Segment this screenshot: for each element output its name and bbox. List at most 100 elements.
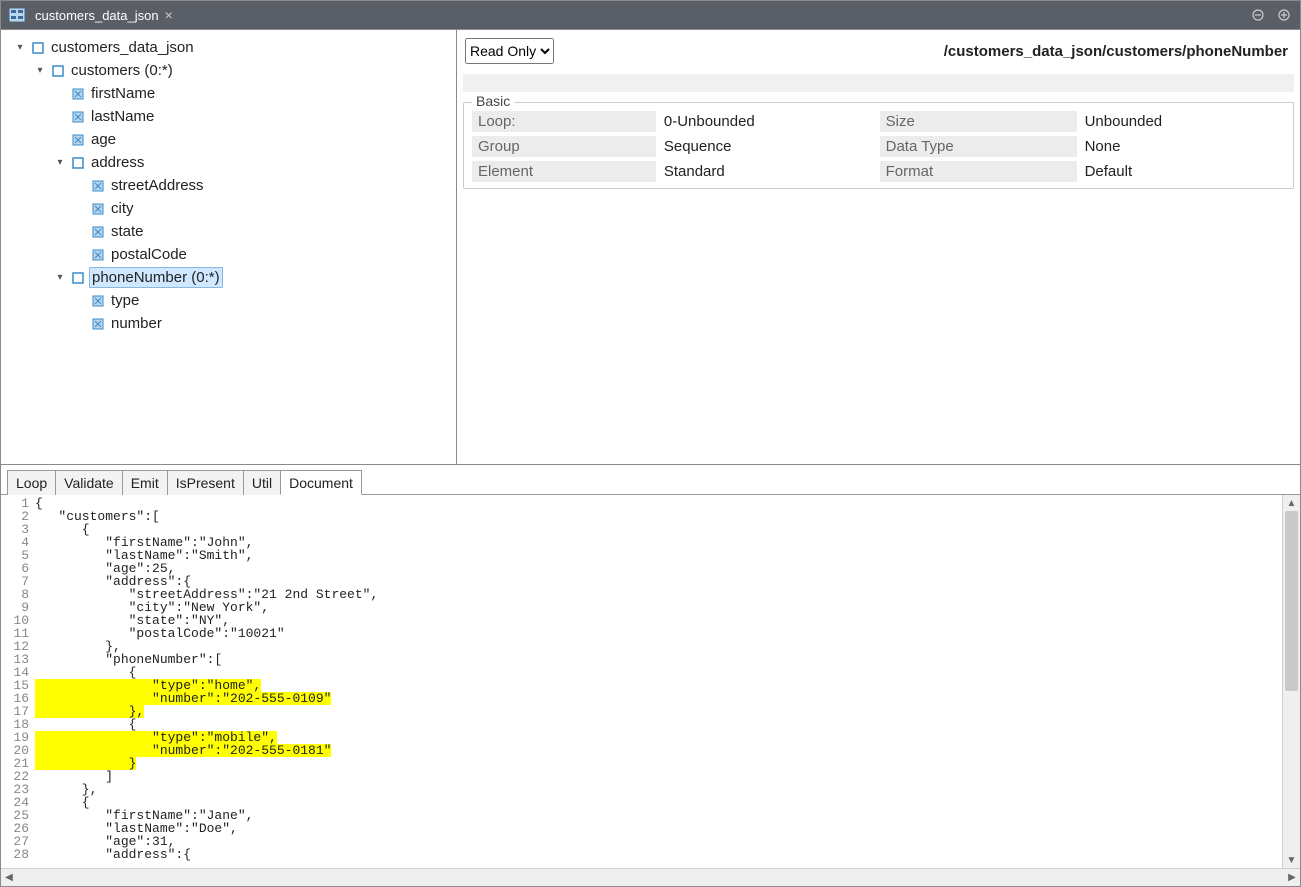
collapse-arrow-icon[interactable]: ▾ (33, 64, 47, 78)
tree-node-label: type (109, 291, 141, 310)
tree-node[interactable]: ▾ customers_data_json (5, 36, 452, 59)
bottom-tab-validate[interactable]: Validate (55, 470, 123, 495)
tree-node-label: streetAddress (109, 176, 206, 195)
scroll-left-button[interactable]: ◀ (1, 872, 17, 883)
bottom-tab-loop[interactable]: Loop (7, 470, 56, 495)
property-value: Standard (656, 161, 880, 182)
code-line: }, (35, 640, 1282, 653)
editor-tab[interactable]: customers_data_json × (31, 7, 177, 23)
bottom-tab-bar: LoopValidateEmitIsPresentUtilDocument (1, 469, 1300, 495)
code-line: ] (35, 770, 1282, 783)
code-line: "age":31, (35, 835, 1282, 848)
scroll-right-button[interactable]: ▶ (1284, 872, 1300, 883)
tree-node-label: age (89, 130, 118, 149)
container-node-icon (71, 271, 85, 285)
leaf-node-icon (91, 225, 105, 239)
tab-close-button[interactable]: × (165, 7, 173, 23)
tree-node[interactable]: age (5, 128, 452, 151)
collapse-arrow-icon[interactable]: ▾ (53, 156, 67, 170)
title-bar: customers_data_json × (1, 1, 1300, 29)
container-node-icon (71, 156, 85, 170)
tree-node-label: postalCode (109, 245, 189, 264)
leaf-node-icon (91, 202, 105, 216)
container-node-icon (31, 41, 45, 55)
tree-node[interactable]: postalCode (5, 243, 452, 266)
leaf-node-icon (71, 87, 85, 101)
bottom-tab-emit[interactable]: Emit (122, 470, 168, 495)
code-line: "customers":[ (35, 510, 1282, 523)
document-viewer[interactable]: { "customers":[ { "firstName":"John", "l… (35, 495, 1282, 868)
code-line: "number":"202-555-0109" (35, 692, 1282, 705)
scroll-down-button[interactable]: ▼ (1283, 852, 1300, 868)
properties-toolbar (463, 74, 1294, 92)
code-line: "address":{ (35, 848, 1282, 861)
leaf-node-icon (91, 317, 105, 331)
leaf-node-icon (91, 294, 105, 308)
leaf-node-icon (91, 179, 105, 193)
schema-tree[interactable]: ▾customers_data_json▾customers (0:*)firs… (1, 30, 457, 464)
tree-node-label: city (109, 199, 136, 218)
tree-node[interactable]: state (5, 220, 452, 243)
mode-select[interactable]: Read Only (465, 38, 554, 64)
line-number-gutter: 1234567891011121314151617181920212223242… (1, 495, 35, 868)
code-line: "postalCode":"10021" (35, 627, 1282, 640)
tree-node[interactable]: city (5, 197, 452, 220)
minimize-icon[interactable] (1250, 7, 1266, 23)
tree-node-label: number (109, 314, 164, 333)
editor-tab-label: customers_data_json (35, 8, 159, 23)
properties-pane: Read Only /customers_data_json/customers… (457, 30, 1300, 464)
code-line: "number":"202-555-0181" (35, 744, 1282, 757)
tree-node[interactable]: ▾ phoneNumber (0:*) (5, 266, 452, 289)
tree-node[interactable]: ▾ customers (0:*) (5, 59, 452, 82)
code-line: "phoneNumber":[ (35, 653, 1282, 666)
tree-node-label: address (89, 153, 146, 172)
container-node-icon (51, 64, 65, 78)
collapse-arrow-icon[interactable]: ▾ (13, 41, 27, 55)
tree-node-label: lastName (89, 107, 156, 126)
property-label: Format (880, 161, 1077, 182)
scroll-thumb[interactable] (1285, 511, 1298, 691)
tree-node[interactable]: firstName (5, 82, 452, 105)
vertical-scrollbar[interactable]: ▲ ▼ (1282, 495, 1300, 868)
property-label: Size (880, 111, 1077, 132)
property-value: Unbounded (1077, 111, 1287, 132)
line-number: 28 (1, 848, 29, 861)
code-line: "lastName":"Smith", (35, 549, 1282, 562)
group-legend: Basic (472, 93, 514, 109)
tree-node[interactable]: streetAddress (5, 174, 452, 197)
property-label: Element (472, 161, 656, 182)
property-value: 0-Unbounded (656, 111, 880, 132)
code-line: }, (35, 705, 1282, 718)
bottom-tab-util[interactable]: Util (243, 470, 281, 495)
code-line: } (35, 757, 1282, 770)
collapse-arrow-icon[interactable]: ▾ (53, 271, 67, 285)
bottom-tab-ispresent[interactable]: IsPresent (167, 470, 244, 495)
code-line: "age":25, (35, 562, 1282, 575)
code-line: "lastName":"Doe", (35, 822, 1282, 835)
property-label: Loop: (472, 111, 656, 132)
bottom-tab-document[interactable]: Document (280, 470, 362, 495)
tree-node[interactable]: number (5, 312, 452, 335)
tree-node[interactable]: type (5, 289, 452, 312)
property-value: Default (1077, 161, 1287, 182)
basic-properties-group: Basic Loop:0-UnboundedSizeUnboundedGroup… (463, 102, 1294, 189)
app-icon (9, 8, 25, 22)
tree-node[interactable]: ▾ address (5, 151, 452, 174)
leaf-node-icon (91, 248, 105, 262)
tree-node-label: customers_data_json (49, 38, 196, 57)
breadcrumb-path: /customers_data_json/customers/phoneNumb… (944, 43, 1288, 60)
tree-node[interactable]: lastName (5, 105, 452, 128)
leaf-node-icon (71, 133, 85, 147)
property-value: Sequence (656, 136, 880, 157)
horizontal-scrollbar[interactable]: ◀ ▶ (1, 868, 1300, 886)
tree-node-label: customers (0:*) (69, 61, 175, 80)
maximize-icon[interactable] (1276, 7, 1292, 23)
property-value: None (1077, 136, 1287, 157)
tree-node-label: phoneNumber (0:*) (89, 267, 223, 288)
code-line: }, (35, 783, 1282, 796)
property-label: Data Type (880, 136, 1077, 157)
tree-node-label: firstName (89, 84, 157, 103)
property-label: Group (472, 136, 656, 157)
scroll-up-button[interactable]: ▲ (1283, 495, 1300, 511)
code-line: { (35, 497, 1282, 510)
